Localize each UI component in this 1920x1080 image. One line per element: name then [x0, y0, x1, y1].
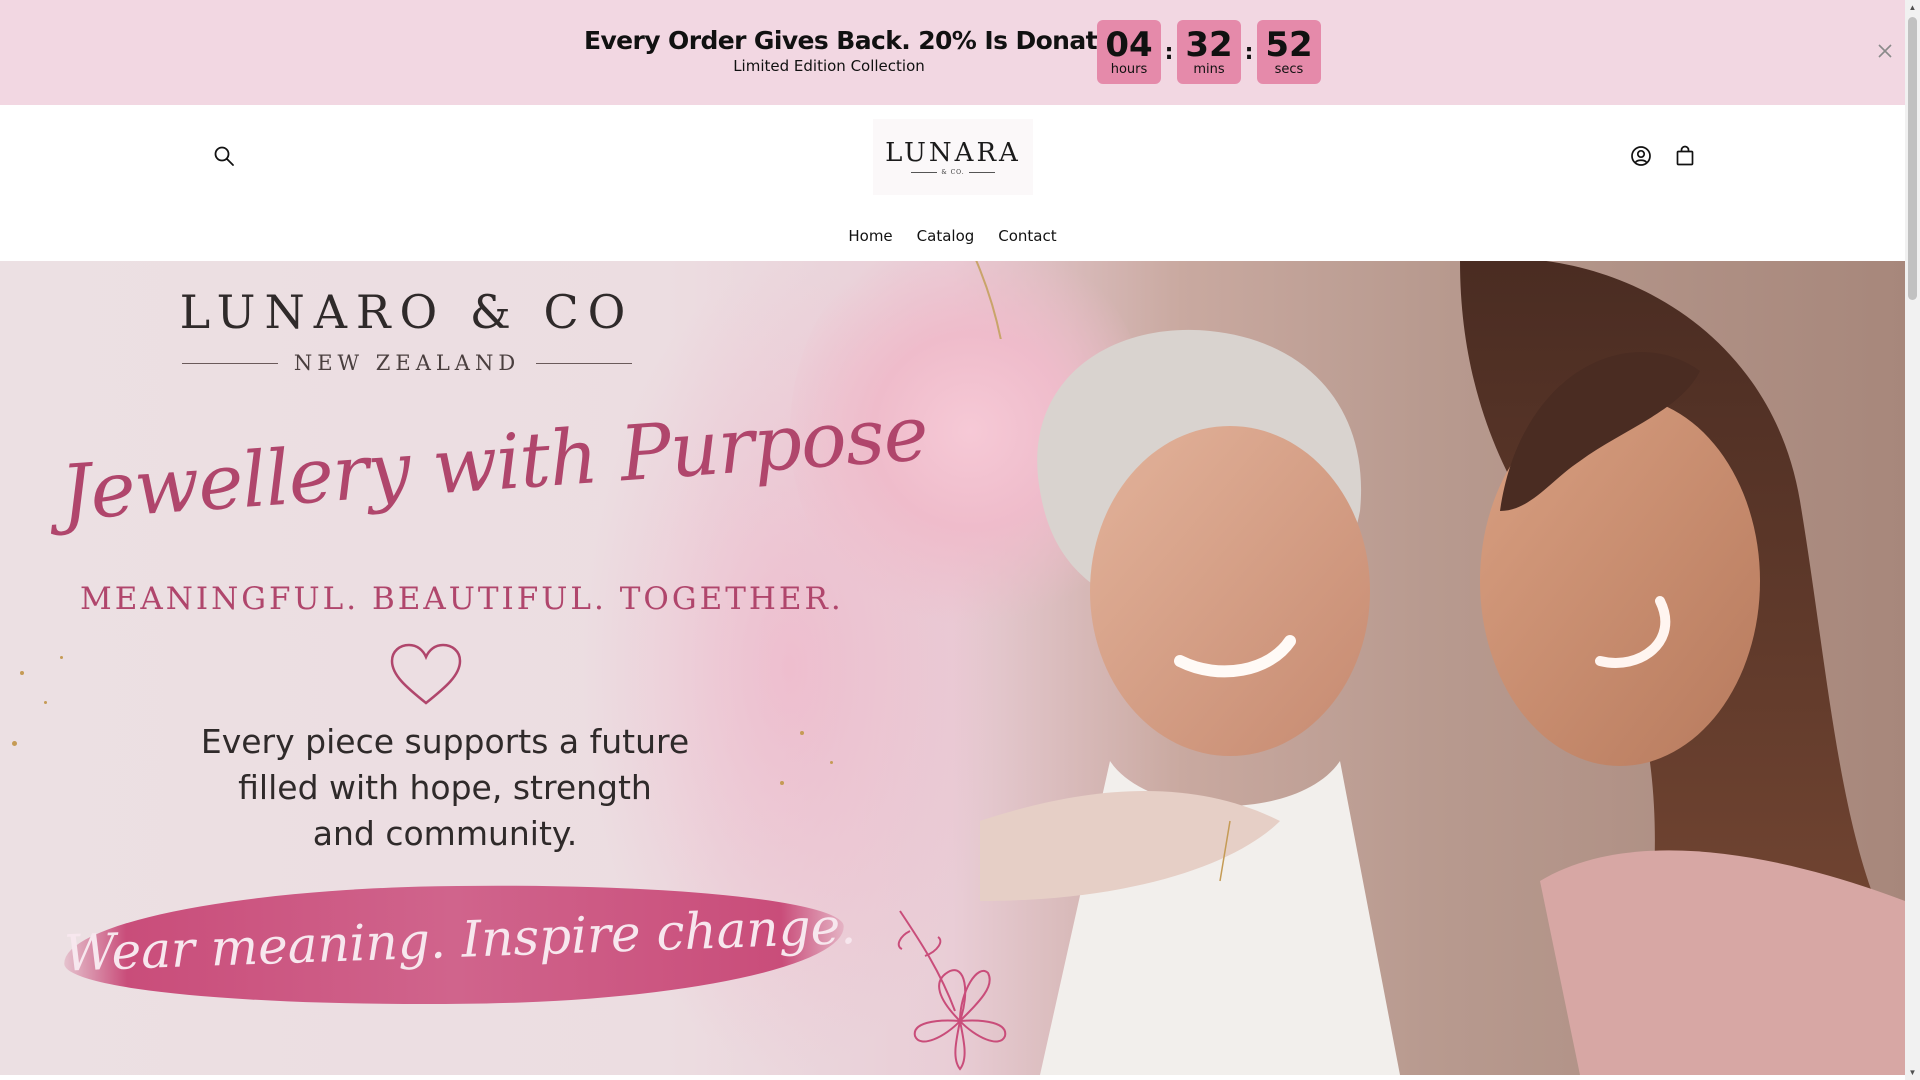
countdown-hours-value: 04 [1105, 24, 1153, 65]
countdown-separator: : [1164, 39, 1174, 65]
site-header: LUNARA & CO. Home Catalog Contact [0, 105, 1905, 261]
hero-body-line: Every piece supports a future [200, 722, 690, 761]
countdown-mins: 32 mins [1177, 20, 1241, 84]
main-nav: Home Catalog Contact [0, 225, 1905, 247]
announcement-text: Every Order Gives Back. 20% Is Donated. … [584, 26, 1140, 75]
site-logo[interactable]: LUNARA & CO. [873, 119, 1033, 195]
countdown-secs-unit: secs [1274, 61, 1304, 77]
countdown-timer: 04 hours : 32 mins : 52 secs [1097, 20, 1321, 84]
hero-brand: LUNARO & CO NEW ZEALAND [172, 285, 642, 375]
hero-brand-location: NEW ZEALAND [172, 351, 642, 375]
logo-sub-text: & CO. [941, 169, 965, 176]
hero-photo-women-embracing [980, 261, 1905, 1075]
countdown-hours: 04 hours [1097, 20, 1161, 84]
nav-catalog[interactable]: Catalog [917, 225, 975, 247]
announcement-subtitle: Limited Edition Collection [733, 57, 925, 75]
logo-line [968, 172, 995, 173]
countdown-secs: 52 secs [1257, 20, 1321, 84]
nav-home[interactable]: Home [848, 225, 892, 247]
announcement-bar: Every Order Gives Back. 20% Is Donated. … [0, 0, 1905, 105]
hero-banner[interactable]: LUNARO & CO NEW ZEALAND Jewellery with P… [0, 261, 1905, 1075]
hero-body-line: and community. [312, 814, 578, 853]
gold-speck [830, 761, 833, 764]
logo-name: LUNARA [885, 138, 1021, 168]
scroll-down-arrow-icon[interactable]: ▼ [1905, 1065, 1920, 1080]
hero-brand-location-text: NEW ZEALAND [293, 351, 521, 375]
hero-brand-rule [181, 362, 278, 364]
search-icon[interactable] [210, 142, 238, 170]
cart-bag-icon[interactable] [1671, 142, 1699, 170]
hero-body-line: filled with hope, strength [238, 768, 652, 807]
countdown-mins-value: 32 [1185, 24, 1233, 65]
scrollbar-thumb[interactable] [1908, 17, 1917, 300]
countdown-separator: : [1244, 39, 1254, 65]
gold-speck [44, 701, 47, 704]
announcement-title: Every Order Gives Back. 20% Is Donated. [584, 26, 1140, 55]
scroll-up-arrow-icon[interactable]: ▲ [1905, 0, 1920, 15]
page-scrollbar[interactable]: ▲ ▼ [1905, 0, 1920, 1080]
hero-brand-name: LUNARO & CO [179, 285, 635, 339]
heart-icon [390, 643, 462, 705]
hero-brand-rule [536, 362, 633, 364]
logo-line [911, 172, 938, 173]
logo-sub: & CO. [907, 169, 998, 176]
hero-body: Every piece supports a future filled wit… [145, 719, 745, 857]
nav-contact[interactable]: Contact [998, 225, 1056, 247]
hero-tagline: MEANINGFUL. BEAUTIFUL. TOGETHER. [80, 581, 844, 617]
account-icon[interactable] [1627, 142, 1655, 170]
gold-speck [780, 781, 784, 785]
gold-speck [60, 656, 63, 659]
close-icon[interactable] [1875, 42, 1895, 62]
gold-speck [800, 731, 804, 735]
countdown-secs-value: 52 [1265, 24, 1313, 65]
countdown-mins-unit: mins [1193, 61, 1225, 77]
countdown-hours-unit: hours [1110, 61, 1148, 77]
gold-speck [20, 671, 24, 675]
gold-speck [12, 741, 17, 746]
